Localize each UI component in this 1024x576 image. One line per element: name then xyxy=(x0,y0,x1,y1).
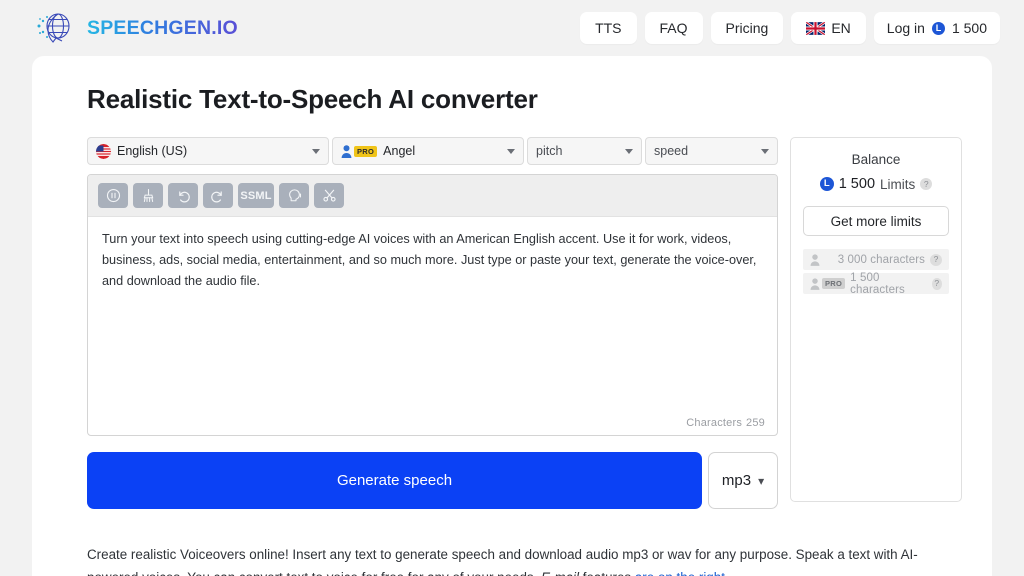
chevron-down-icon xyxy=(312,148,320,154)
intro-line-2-mid: features xyxy=(579,570,635,576)
language-select[interactable]: English (US) xyxy=(87,137,329,165)
pause-circle-icon xyxy=(106,188,121,203)
site-header: SPEECHGEN.IO TTS FAQ Pricing EN Log in L… xyxy=(0,0,1024,56)
chevron-down-icon xyxy=(625,148,633,154)
intro-paragraph: Create realistic Voiceovers online! Inse… xyxy=(87,543,931,576)
balance-limits-row: L 1 500 Limits ? xyxy=(803,176,949,192)
limits-coin-icon: L xyxy=(819,177,834,191)
voice-select-value: Angel xyxy=(383,144,416,158)
pitch-select[interactable]: pitch xyxy=(527,137,642,165)
help-icon[interactable]: ? xyxy=(931,277,942,290)
intro-emphasis: E-mail xyxy=(541,570,579,576)
cut-button[interactable] xyxy=(314,183,344,208)
brand[interactable]: SPEECHGEN.IO xyxy=(34,8,238,48)
person-icon xyxy=(341,144,352,158)
login-button[interactable]: Log in L 1 500 xyxy=(873,12,1000,44)
help-icon[interactable]: ? xyxy=(920,178,933,190)
voice-preview-button[interactable] xyxy=(279,183,309,208)
page-title: Realistic Text-to-Speech AI converter xyxy=(87,84,538,114)
balance-limits-word: Limits xyxy=(880,176,916,192)
main-card: Realistic Text-to-Speech AI converter En… xyxy=(32,56,992,576)
free-user-group xyxy=(810,253,820,266)
nav-item-tts[interactable]: TTS xyxy=(580,12,637,44)
uk-flag-icon xyxy=(806,21,826,35)
intro-line-2-tail: . xyxy=(725,570,729,576)
nav-item-faq[interactable]: FAQ xyxy=(644,12,703,44)
limit-row-pro: PRO 1 500 characters ? xyxy=(803,271,949,296)
text-editor: SSML Turn your text into speech using cu… xyxy=(87,174,778,436)
redo-button[interactable] xyxy=(203,183,233,208)
audio-format-value: mp3 xyxy=(721,472,752,489)
voice-badge-group: PRO xyxy=(341,144,378,158)
character-counter: Characters 259 xyxy=(686,417,765,429)
help-icon[interactable]: ? xyxy=(930,253,942,266)
undo-button[interactable] xyxy=(168,183,198,208)
generate-speech-button[interactable]: Generate speech xyxy=(87,452,702,509)
audio-format-select[interactable]: mp3 ▾ xyxy=(708,452,778,509)
nav-label: Pricing xyxy=(725,20,769,36)
speechgen-head-logo-icon xyxy=(34,8,78,48)
balance-panel: Balance L 1 500 Limits ? Get more limits xyxy=(790,137,962,502)
limit-row-free: 3 000 characters ? xyxy=(803,249,949,270)
ssml-icon: SSML xyxy=(240,189,272,202)
redo-arrow-icon xyxy=(210,188,226,204)
us-flag-icon xyxy=(96,143,111,159)
broom-icon xyxy=(141,188,156,203)
login-limits-amount: 1 500 xyxy=(951,20,987,36)
limit-value: 1 500 characters xyxy=(850,271,905,296)
chevron-down-icon: ▾ xyxy=(758,473,765,488)
chevron-down-icon xyxy=(761,148,769,154)
limit-value: 3 000 characters xyxy=(837,253,925,266)
nav-item-pricing[interactable]: Pricing xyxy=(710,12,784,44)
person-icon xyxy=(810,277,820,290)
brand-name: SPEECHGEN.IO xyxy=(87,16,238,39)
speed-select-value: speed xyxy=(654,144,689,158)
nav-item-language[interactable]: EN xyxy=(791,12,866,44)
limits-coin-icon: L xyxy=(931,21,945,35)
intro-link[interactable]: are on the right xyxy=(635,570,725,576)
editor-column: English (US) PRO Angel pitch speed SSML … xyxy=(87,137,778,509)
language-select-value: English (US) xyxy=(117,144,188,158)
voice-settings-row: English (US) PRO Angel pitch speed xyxy=(87,137,778,165)
character-counter-value: 259 xyxy=(746,417,765,429)
pro-user-group: PRO xyxy=(810,277,846,290)
character-counter-label: Characters xyxy=(686,417,743,429)
pause-button[interactable] xyxy=(98,183,128,208)
workspace: English (US) PRO Angel pitch speed SSML … xyxy=(56,137,962,509)
nav-label: TTS xyxy=(595,20,622,36)
head-speaking-icon xyxy=(286,188,303,203)
intro-line-2-lead: powered voices. You can convert text to … xyxy=(87,570,541,576)
balance-title: Balance xyxy=(851,152,901,167)
voice-select[interactable]: PRO Angel xyxy=(332,137,524,165)
balance-column: Balance L 1 500 Limits ? Get more limits xyxy=(790,137,962,509)
ssml-button[interactable]: SSML xyxy=(238,183,274,208)
speed-select[interactable]: speed xyxy=(645,137,778,165)
person-icon xyxy=(810,253,820,266)
main-nav: TTS FAQ Pricing EN Log in L 1 500 xyxy=(580,12,1000,44)
undo-arrow-icon xyxy=(175,188,191,204)
login-label: Log in xyxy=(886,20,925,36)
get-more-limits-button[interactable]: Get more limits xyxy=(803,206,949,236)
generate-row: Generate speech mp3 ▾ xyxy=(87,452,778,509)
pitch-select-value: pitch xyxy=(536,144,563,158)
language-label: EN xyxy=(831,20,851,36)
chevron-down-icon xyxy=(507,148,515,154)
scissors-icon xyxy=(322,188,337,203)
pro-badge: PRO xyxy=(822,278,846,289)
editor-toolbar: SSML xyxy=(88,175,777,217)
pro-badge: PRO xyxy=(354,145,378,157)
balance-amount: 1 500 xyxy=(838,176,876,192)
clean-text-button[interactable] xyxy=(133,183,163,208)
intro-line-1: Create realistic Voiceovers online! Inse… xyxy=(87,547,918,562)
speech-text-input[interactable]: Turn your text into speech using cutting… xyxy=(88,217,777,435)
nav-label: FAQ xyxy=(659,20,688,36)
